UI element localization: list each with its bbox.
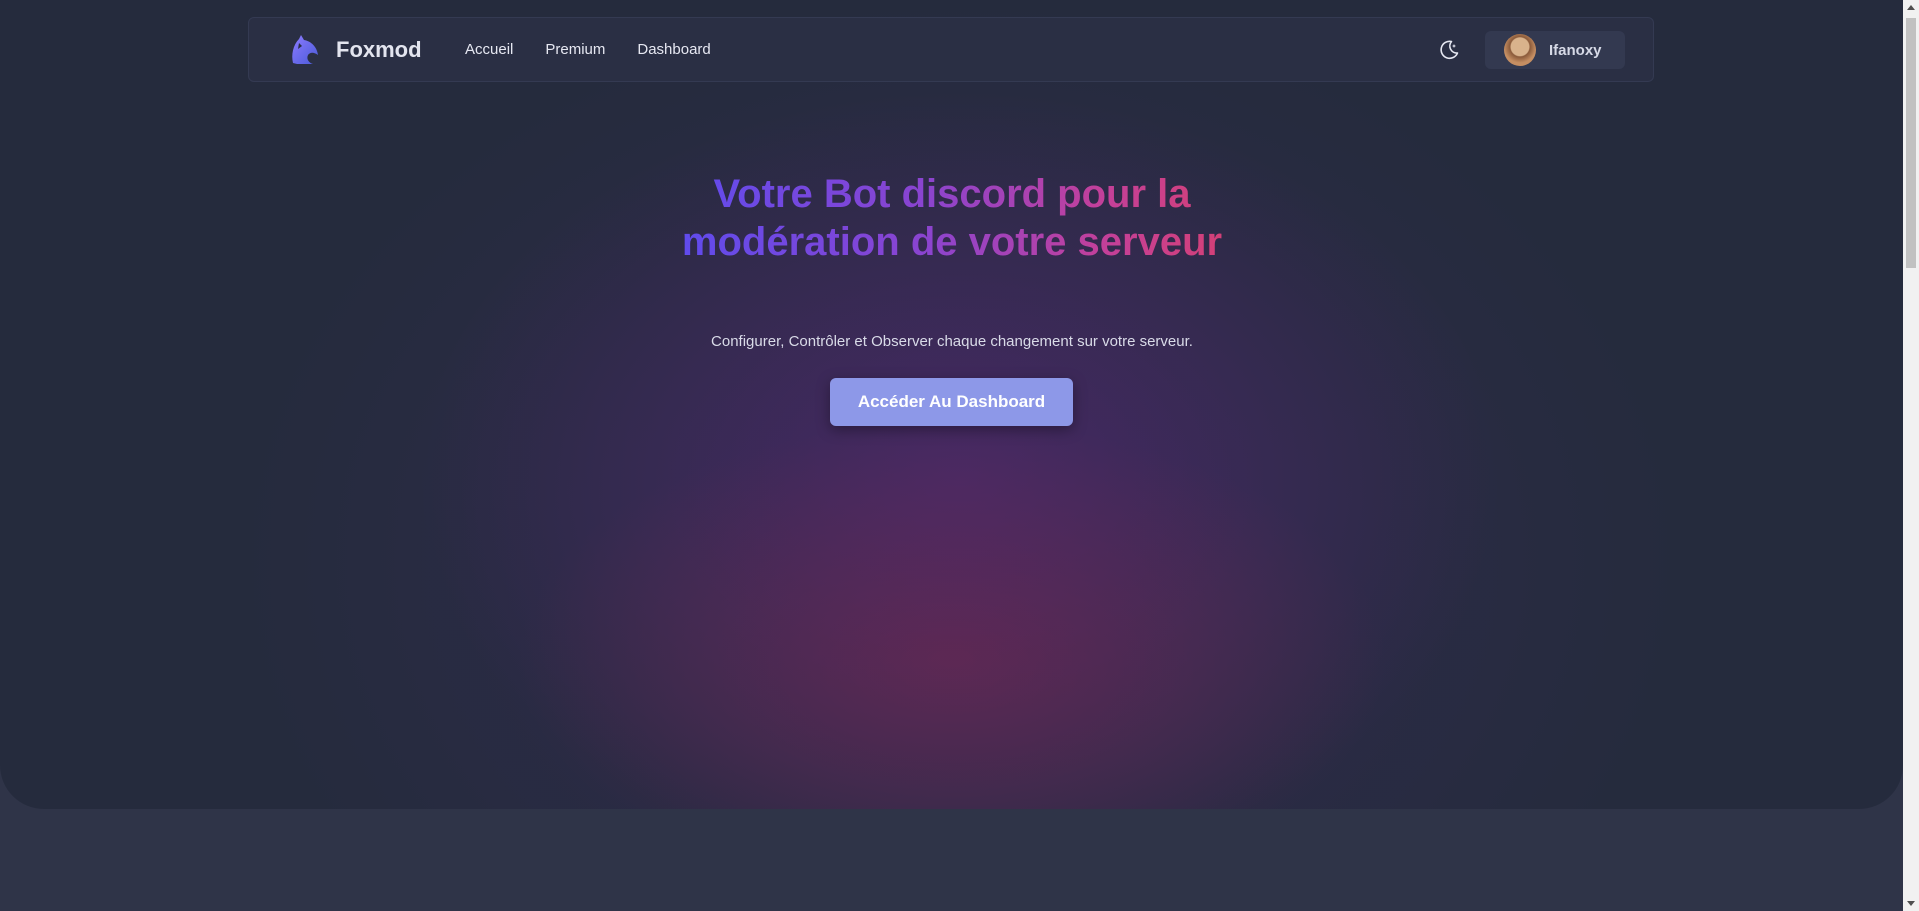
brand-name: Foxmod [336, 37, 422, 62]
moon-icon[interactable] [1437, 38, 1461, 62]
nav-link-premium[interactable]: Premium [545, 41, 605, 58]
hero-section: Foxmod Accueil Premium Dashboard Ifanoxy… [0, 0, 1903, 809]
brand[interactable]: Foxmod [287, 32, 422, 68]
hero-subtitle: Configurer, Contrôler et Observer chaque… [711, 333, 1193, 350]
fox-logo-icon [292, 35, 318, 64]
scrollbar-thumb[interactable] [1906, 18, 1916, 268]
access-dashboard-button[interactable]: Accéder Au Dashboard [830, 378, 1073, 426]
scroll-down-arrow-icon[interactable] [1907, 901, 1915, 906]
navbar: Foxmod Accueil Premium Dashboard Ifanoxy [248, 17, 1654, 82]
nav-links: Accueil Premium Dashboard [465, 18, 743, 81]
hero-headline: Votre Bot discord pour la modération de … [652, 170, 1252, 266]
nav-link-dashboard[interactable]: Dashboard [637, 41, 710, 58]
user-name: Ifanoxy [1549, 41, 1602, 59]
vertical-scrollbar[interactable] [1903, 0, 1919, 911]
user-menu-button[interactable]: Ifanoxy [1485, 31, 1625, 69]
user-avatar [1504, 34, 1536, 66]
scroll-up-arrow-icon[interactable] [1907, 5, 1915, 10]
nav-link-accueil[interactable]: Accueil [465, 41, 513, 58]
